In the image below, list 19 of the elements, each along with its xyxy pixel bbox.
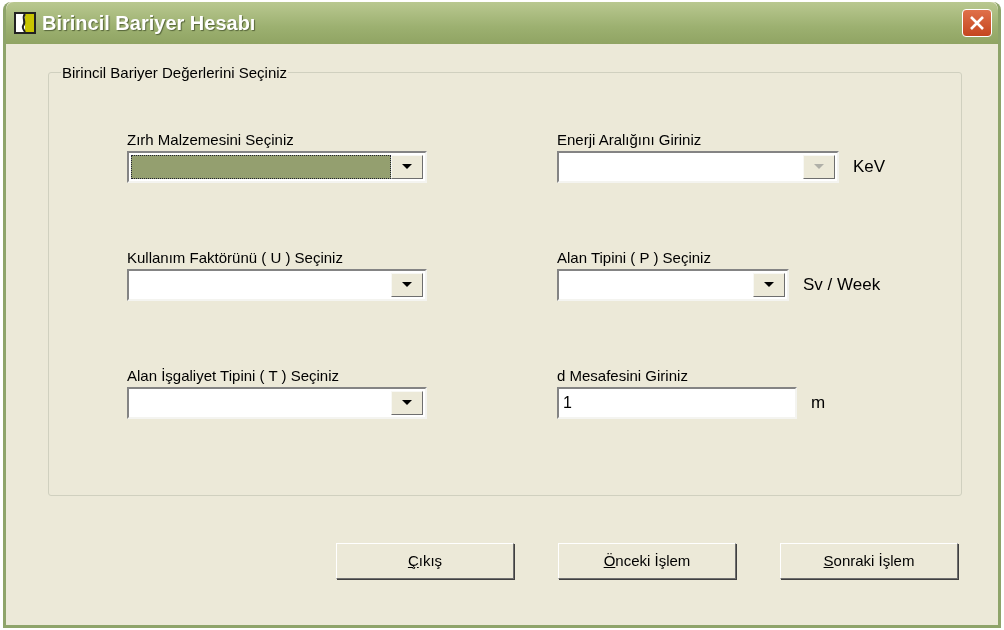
- dialog-button[interactable]: Sonraki İşlem: [780, 542, 958, 579]
- unit-label: Sv / Week: [803, 275, 881, 295]
- field-label: Kullanım Faktörünü ( U ) Seçiniz: [127, 249, 343, 266]
- close-icon: [969, 15, 985, 31]
- field-label: Zırh Malzemesini Seçiniz: [127, 131, 294, 148]
- unit-label: KeV: [853, 157, 886, 177]
- unit-label: m: [811, 393, 826, 413]
- input-field[interactable]: 1: [557, 387, 797, 419]
- field-label: Alan Tipini ( P ) Seçiniz: [557, 249, 711, 266]
- dropdown[interactable]: [127, 151, 427, 183]
- close-button[interactable]: [962, 9, 992, 37]
- app-icon: [14, 12, 36, 34]
- field-label: d Mesafesini Giriniz: [557, 367, 688, 384]
- field-label: Enerji Aralığını Giriniz: [557, 131, 702, 148]
- dialog-button[interactable]: Çıkış: [336, 542, 514, 579]
- window-title: Birincil Bariyer Hesabı: [42, 11, 257, 35]
- field-label: Alan İşgaliyet Tipini ( T ) Seçiniz: [127, 367, 340, 384]
- group-title: Birincil Bariyer Değerlerini Seçiniz: [61, 64, 289, 81]
- dialog-button[interactable]: Önceki İşlem: [558, 542, 736, 579]
